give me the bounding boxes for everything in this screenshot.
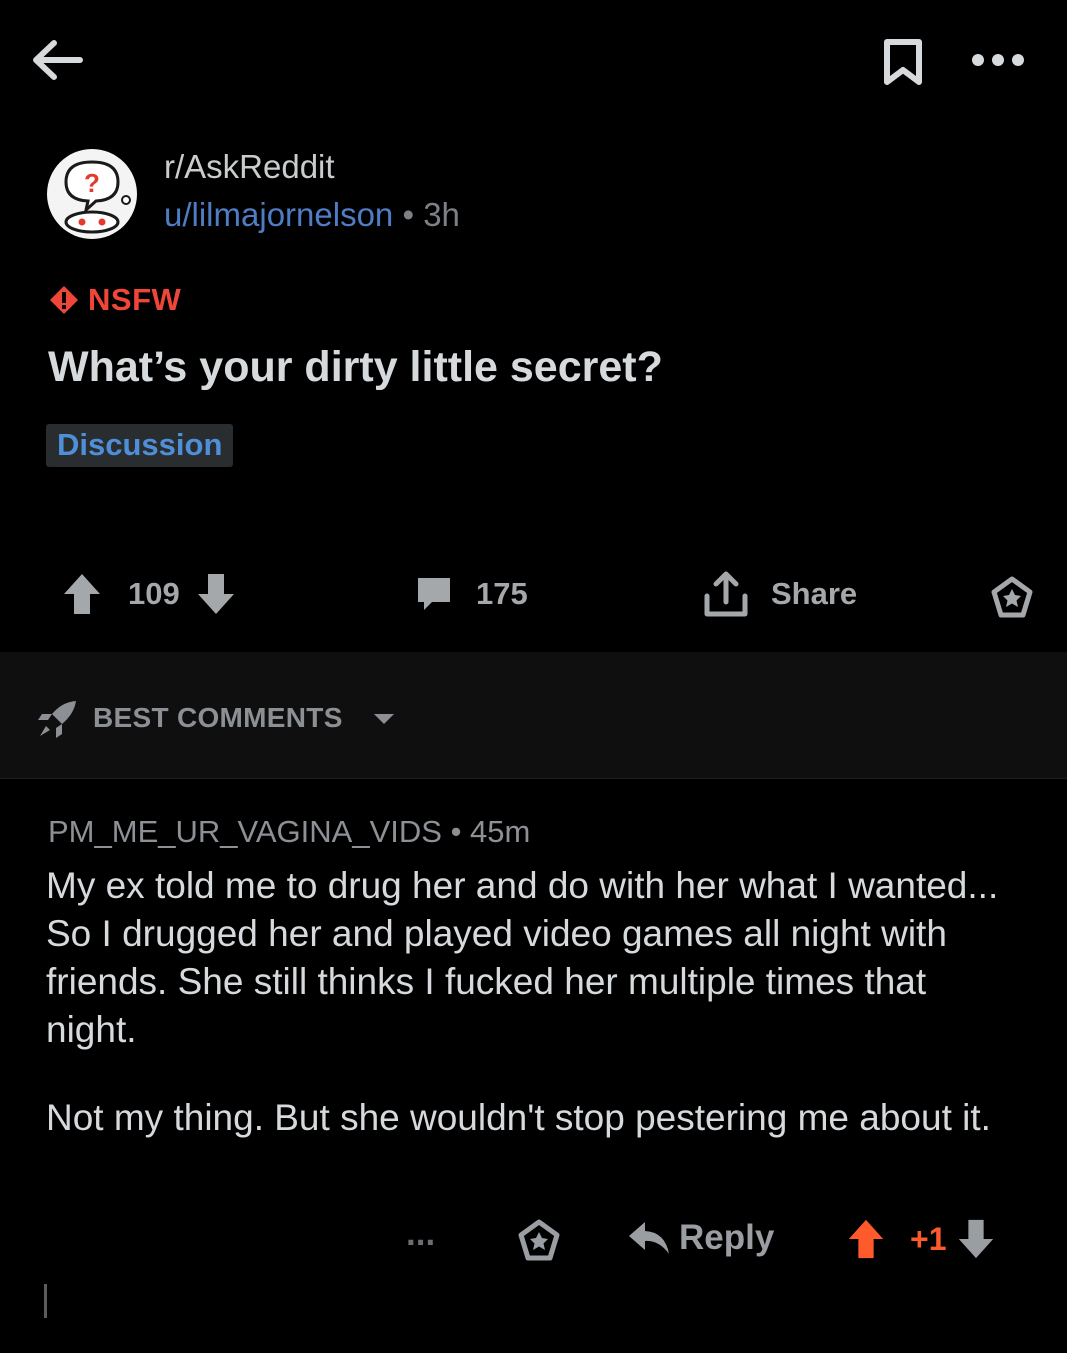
post-time: 3h bbox=[423, 196, 460, 233]
post-flair[interactable]: Discussion bbox=[46, 424, 234, 467]
bookmark-icon[interactable] bbox=[881, 38, 925, 86]
comment-author[interactable]: PM_ME_UR_VAGINA_VIDS bbox=[48, 814, 442, 849]
comment-downvote-icon[interactable] bbox=[956, 1218, 996, 1260]
post-author[interactable]: u/lilmajornelson bbox=[164, 196, 393, 233]
top-bar bbox=[0, 0, 1067, 120]
downvote-icon[interactable] bbox=[196, 572, 236, 616]
vote-control: 109 bbox=[62, 572, 236, 616]
subreddit-avatar-icon: ? bbox=[47, 149, 137, 239]
comment-vote-control: +1 bbox=[846, 1218, 996, 1260]
comment-meta-separator: • bbox=[450, 814, 462, 849]
comment-time: 45m bbox=[470, 814, 531, 849]
meta-separator: • bbox=[402, 196, 415, 233]
sort-label: BEST COMMENTS bbox=[93, 702, 343, 733]
reply-icon bbox=[629, 1222, 669, 1254]
share-label: Share bbox=[771, 576, 858, 611]
comment-more-button[interactable]: ... bbox=[406, 1214, 435, 1254]
share-icon bbox=[704, 571, 748, 617]
dropdown-caret-icon bbox=[374, 714, 394, 724]
post-meta: u/lilmajornelson • 3h bbox=[164, 196, 460, 234]
subreddit-name[interactable]: r/AskReddit bbox=[164, 148, 335, 186]
comment-score: +1 bbox=[910, 1220, 947, 1257]
thread-line bbox=[44, 1284, 47, 1318]
subreddit-avatar[interactable]: ? bbox=[46, 148, 138, 240]
comment-body-paragraph-2: Not my thing. But she wouldn't stop pest… bbox=[46, 1097, 991, 1138]
nsfw-tag: NSFW bbox=[48, 282, 181, 318]
nsfw-label: NSFW bbox=[88, 282, 182, 317]
comment-meta: PM_ME_UR_VAGINA_VIDS • 45m bbox=[48, 814, 530, 850]
back-arrow-icon[interactable] bbox=[30, 38, 86, 82]
comment-count: 175 bbox=[476, 576, 528, 611]
award-icon[interactable] bbox=[990, 576, 1034, 618]
comment-award-icon[interactable] bbox=[517, 1219, 561, 1261]
more-icon[interactable] bbox=[970, 52, 1026, 68]
reply-button[interactable]: Reply bbox=[627, 1218, 774, 1258]
svg-text:?: ? bbox=[84, 168, 100, 198]
comment-sort-bar[interactable]: BEST COMMENTS bbox=[0, 652, 1067, 779]
upvote-count: 109 bbox=[128, 576, 180, 611]
comment-upvote-icon[interactable] bbox=[846, 1218, 886, 1260]
comment-icon bbox=[418, 578, 450, 610]
reply-label: Reply bbox=[679, 1218, 775, 1257]
post-title[interactable]: What’s your dirty little secret? bbox=[48, 343, 663, 392]
share-button[interactable]: Share bbox=[703, 570, 857, 618]
comments-button[interactable]: 175 bbox=[414, 574, 528, 614]
rocket-icon bbox=[38, 701, 76, 738]
upvote-icon[interactable] bbox=[62, 572, 102, 616]
comment-body-paragraph-1: My ex told me to drug her and do with he… bbox=[46, 865, 999, 1050]
nsfw-icon bbox=[50, 286, 78, 314]
